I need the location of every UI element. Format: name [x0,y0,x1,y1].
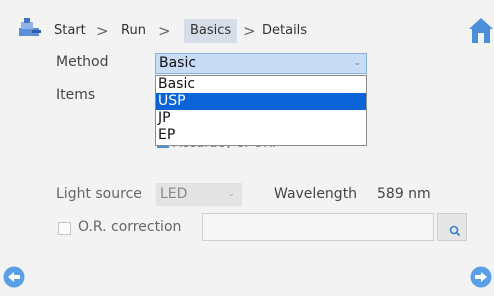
home-icon[interactable] [468,16,494,44]
forward-arrow-icon[interactable] [470,266,492,288]
chevron-down-icon: ⌄ [353,58,361,68]
or-correction-search-button[interactable] [437,213,467,241]
breadcrumb-separator: > [243,22,256,40]
instrument-icon [19,18,41,36]
or-correction-label: O.R. correction [78,219,182,235]
or-correction-checkbox[interactable] [58,222,71,235]
breadcrumb-start[interactable]: Start [48,19,92,43]
method-option-jp[interactable]: JP [156,110,366,127]
light-source-select[interactable]: LED ⌄ [156,183,242,206]
method-option-ep[interactable]: EP [156,127,366,144]
method-option-basic[interactable]: Basic [156,76,366,93]
method-selected-value: Basic [159,55,197,71]
back-arrow-icon[interactable] [3,266,25,288]
chevron-down-icon: ⌄ [227,189,235,199]
method-select[interactable]: Basic ⌄ [155,53,367,74]
breadcrumb-basics[interactable]: Basics [184,19,238,43]
or-correction-field[interactable] [202,213,434,241]
method-option-usp[interactable]: USP [156,93,366,110]
breadcrumb: Start > Run > Basics > Details [0,0,494,44]
breadcrumb-separator: > [158,22,171,40]
wavelength-value: 589 nm [377,186,431,202]
app-window: Start > Run > Basics > Details Method Ba… [0,0,494,296]
light-source-value: LED [160,186,188,202]
breadcrumb-separator: > [96,22,109,40]
method-label: Method [56,54,109,70]
light-source-label: Light source [56,186,142,202]
method-dropdown-list[interactable]: Basic USP JP EP [155,75,367,146]
wavelength-label: Wavelength [274,186,358,202]
search-icon [449,225,461,237]
breadcrumb-details[interactable]: Details [256,19,313,43]
breadcrumb-run[interactable]: Run [115,19,152,43]
items-label: Items [56,87,96,103]
